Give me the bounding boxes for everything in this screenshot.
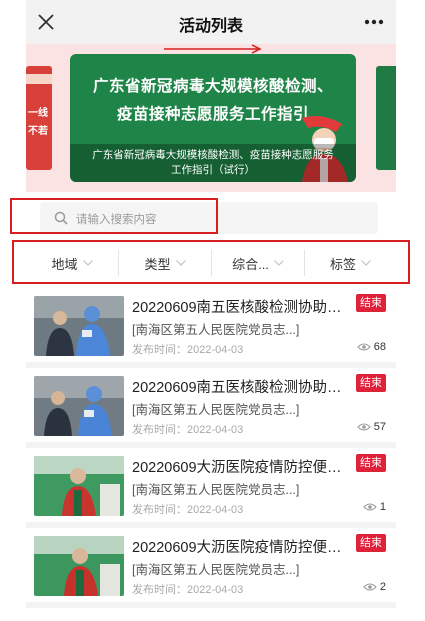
banner-prev-subtext: 不若 — [28, 126, 48, 137]
list-item[interactable]: 20220609大沥医院疫情防控便… [南海区第五人民医院党员志...] 发布时… — [26, 528, 396, 608]
filter-label: 标签 — [329, 256, 356, 272]
nav-bar: 活动列表 — [26, 0, 396, 44]
filter-label: 地域 — [51, 256, 78, 272]
banner-prev-strip — [26, 74, 52, 84]
banner-carousel[interactable]: 一线 不若 广东省新冠病毒大规模核酸检测、 疫苗接种志愿服务工作指引 广东省新冠… — [26, 44, 396, 192]
list-item[interactable]: 20220609南五医核酸检测协助… [南海区第五人民医院党员志...] 发布时… — [26, 288, 396, 368]
filter-sort[interactable]: 综合... — [212, 242, 304, 284]
activity-organizer: [南海区第五人民医院党员志...] — [132, 403, 300, 417]
chevron-down-icon — [175, 260, 186, 266]
list-item[interactable]: 20220609大沥医院疫情防控便… [南海区第五人民医院党员志...] 发布时… — [26, 448, 396, 528]
banner-prev-text: 一线 — [28, 108, 48, 119]
phone-screen: 活动列表 一线 不若 广东省新冠病毒大规模核酸检测、 疫苗接种志愿服务工作指引 … — [10, 0, 410, 621]
banner-prev-slide[interactable]: 一线 不若 — [26, 66, 52, 170]
search-icon — [54, 211, 68, 225]
status-badge: 结束 — [356, 534, 386, 552]
banner-slide[interactable]: 广东省新冠病毒大规模核酸检测、 疫苗接种志愿服务工作指引 广东省新冠病毒大规模核… — [70, 54, 356, 182]
banner-headline-line1: 广东省新冠病毒大规模核酸检测、 — [92, 78, 333, 95]
banner-caption: 广东省新冠病毒大规模核酸检测、疫苗接种志愿服务工作指引（试行） — [70, 144, 356, 182]
activity-thumbnail — [34, 296, 124, 356]
activity-organizer: [南海区第五人民医院党员志...] — [132, 483, 300, 497]
activity-organizer: [南海区第五人民医院党员志...] — [132, 563, 300, 577]
activity-thumbnail — [34, 536, 124, 596]
activity-date: 发布时间：2022-04-03 — [132, 424, 244, 436]
search-bar: 请输入搜索内容 — [10, 198, 396, 238]
activity-date: 发布时间：2022-04-03 — [132, 584, 244, 596]
chevron-down-icon — [273, 260, 284, 266]
activity-date: 发布时间：2022-04-03 — [132, 504, 244, 516]
status-badge: 结束 — [356, 374, 386, 392]
view-count: 57 — [357, 421, 386, 433]
view-count-value: 2 — [379, 581, 386, 593]
view-count-value: 1 — [379, 501, 386, 513]
activity-organizer: [南海区第五人民医院党员志...] — [132, 323, 300, 337]
filter-label: 类型 — [144, 256, 171, 272]
eye-icon — [357, 343, 371, 351]
activity-title: 20220609南五医核酸检测协助… — [132, 380, 342, 396]
activity-thumbnail — [34, 456, 124, 516]
view-count: 1 — [363, 501, 386, 513]
banner-next-slide[interactable] — [376, 66, 396, 170]
view-count: 68 — [357, 341, 386, 353]
activity-title: 20220609南五医核酸检测协助… — [132, 300, 342, 316]
chevron-down-icon — [361, 260, 371, 266]
activity-title: 20220609大沥医院疫情防控便… — [132, 540, 342, 556]
more-icon[interactable] — [360, 10, 388, 34]
chevron-down-icon — [82, 260, 93, 266]
search-placeholder: 请输入搜索内容 — [76, 214, 157, 226]
page-title: 活动列表 — [178, 18, 243, 35]
eye-icon — [363, 503, 377, 511]
view-count-value: 57 — [373, 421, 386, 433]
eye-icon — [357, 423, 371, 431]
activity-date: 发布时间：2022-04-03 — [132, 344, 244, 356]
status-badge: 结束 — [356, 454, 386, 472]
filter-tag[interactable]: 标签 — [305, 242, 396, 284]
view-count: 2 — [363, 581, 386, 593]
annotation-arrow — [164, 44, 262, 54]
filter-label: 综合... — [232, 256, 269, 272]
eye-icon — [363, 583, 377, 591]
status-badge: 结束 — [356, 294, 386, 312]
view-count-value: 68 — [373, 341, 386, 353]
list-separator — [26, 602, 396, 608]
list-item[interactable]: 20220609南五医核酸检测协助… [南海区第五人民医院党员志...] 发布时… — [26, 368, 396, 448]
search-input[interactable]: 请输入搜索内容 — [40, 202, 378, 234]
filter-type[interactable]: 类型 — [119, 242, 211, 284]
activity-thumbnail — [34, 376, 124, 436]
activity-title: 20220609大沥医院疫情防控便… — [132, 460, 342, 476]
filter-region[interactable]: 地域 — [26, 242, 118, 284]
filter-bar: 地域 类型 综合... 标签 — [12, 240, 410, 284]
